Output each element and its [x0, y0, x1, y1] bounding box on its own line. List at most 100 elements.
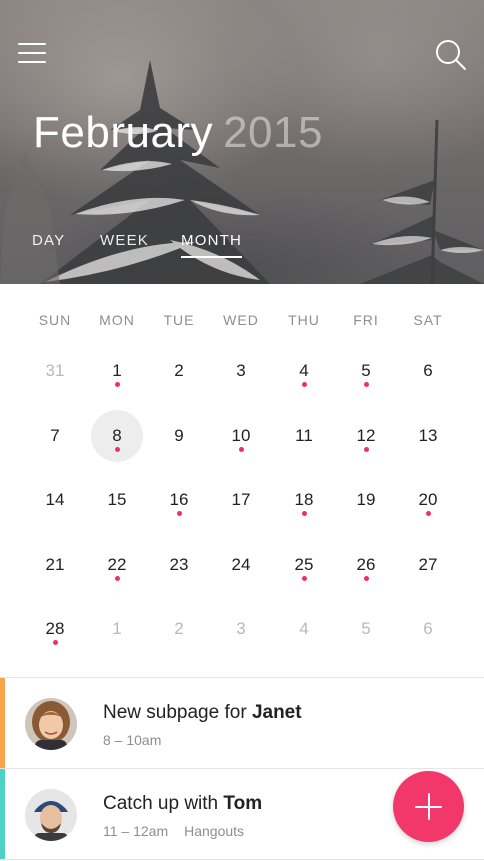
day-number: 25: [294, 555, 314, 574]
calendar-day[interactable]: 6: [402, 345, 454, 397]
calendar-day[interactable]: 3: [215, 603, 267, 655]
calendar-day[interactable]: 4: [278, 603, 330, 655]
calendar-day[interactable]: 5: [340, 345, 392, 397]
divider: [0, 859, 484, 860]
day-number: 16: [169, 490, 189, 509]
event-dot: [176, 511, 182, 516]
menu-icon-bar: [18, 52, 46, 54]
event-color-bar: [0, 678, 5, 768]
day-number: 28: [45, 619, 65, 638]
calendar-day[interactable]: 1: [91, 345, 143, 397]
header: February 2015 DAY WEEK MONTH: [0, 0, 484, 284]
calendar-day[interactable]: 13: [402, 410, 454, 462]
event-dot: [114, 382, 120, 387]
day-number: 2: [174, 361, 184, 380]
weekday-header: SUN: [38, 312, 72, 328]
event-item[interactable]: New subpage for Janet 8 – 10am: [0, 678, 484, 768]
event-dot: [52, 640, 58, 645]
event-time: 11 – 12am Hangouts: [103, 823, 244, 839]
calendar-day[interactable]: 3: [215, 345, 267, 397]
calendar-day[interactable]: 12: [340, 410, 392, 462]
calendar-day[interactable]: 5: [340, 603, 392, 655]
day-number: 12: [356, 426, 376, 445]
calendar-day[interactable]: 10: [215, 410, 267, 462]
day-number: 5: [361, 361, 371, 380]
event-person: Tom: [223, 793, 263, 814]
event-dot: [363, 576, 369, 581]
day-number: 4: [299, 619, 309, 638]
menu-icon[interactable]: [18, 41, 46, 65]
weekday-header: WED: [223, 312, 259, 328]
event-time-text: 8 – 10am: [103, 732, 162, 748]
day-number: 20: [418, 490, 438, 509]
weekday-header: MON: [99, 312, 135, 328]
day-number: 10: [231, 426, 251, 445]
day-number: 26: [356, 555, 376, 574]
calendar-day[interactable]: 25: [278, 539, 330, 591]
search-icon[interactable]: [434, 38, 468, 72]
calendar-day[interactable]: 7: [29, 410, 81, 462]
day-number: 31: [45, 361, 65, 380]
avatar-janet: [25, 698, 77, 750]
day-number: 23: [169, 555, 189, 574]
weekday-header: SAT: [413, 312, 443, 328]
calendar-day[interactable]: 23: [153, 539, 205, 591]
day-number: 9: [174, 426, 184, 445]
calendar-day[interactable]: 17: [215, 474, 267, 526]
event-title-text: Catch up with: [103, 793, 219, 814]
menu-icon-bar: [18, 61, 46, 63]
tab-day[interactable]: DAY: [32, 232, 65, 249]
search-icon-glyph: [436, 40, 466, 70]
calendar-day[interactable]: 9: [153, 410, 205, 462]
calendar-day[interactable]: 18: [278, 474, 330, 526]
event-title-text: New subpage for: [103, 702, 247, 723]
day-number: 2: [174, 619, 184, 638]
day-number: 5: [361, 619, 371, 638]
add-event-button[interactable]: [393, 771, 464, 842]
month-label: February: [33, 108, 214, 157]
day-number: 21: [45, 555, 65, 574]
calendar-day[interactable]: 22: [91, 539, 143, 591]
calendar-day[interactable]: 21: [29, 539, 81, 591]
day-number: 8: [112, 426, 122, 445]
calendar-day[interactable]: 20: [402, 474, 454, 526]
calendar-day[interactable]: 19: [340, 474, 392, 526]
calendar-day[interactable]: 27: [402, 539, 454, 591]
calendar-day[interactable]: 4: [278, 345, 330, 397]
calendar-day[interactable]: 2: [153, 345, 205, 397]
page-title: February 2015: [33, 108, 323, 158]
calendar-day[interactable]: 24: [215, 539, 267, 591]
event-dot: [301, 511, 307, 516]
calendar-day-selected[interactable]: 8: [91, 410, 143, 462]
day-number: 15: [107, 490, 127, 509]
event-dot: [363, 447, 369, 452]
tab-week[interactable]: WEEK: [100, 232, 149, 249]
avatar-tom: [25, 789, 77, 841]
day-number: 19: [356, 490, 376, 509]
calendar-day[interactable]: 6: [402, 603, 454, 655]
day-number: 4: [299, 361, 309, 380]
day-number: 14: [45, 490, 65, 509]
event-place: Hangouts: [184, 823, 245, 839]
calendar-day[interactable]: 11: [278, 410, 330, 462]
calendar-day[interactable]: 26: [340, 539, 392, 591]
tab-month[interactable]: MONTH: [181, 232, 242, 258]
day-number: 6: [423, 619, 433, 638]
event-time-text: 11 – 12am: [103, 823, 169, 839]
weekday-header: TUE: [163, 312, 195, 328]
weekday-header: FRI: [353, 312, 379, 328]
calendar-day[interactable]: 1: [91, 603, 143, 655]
calendar-day[interactable]: 14: [29, 474, 81, 526]
calendar-day[interactable]: 2: [153, 603, 205, 655]
calendar-day[interactable]: 28: [29, 603, 81, 655]
calendar-day[interactable]: 16: [153, 474, 205, 526]
event-dot: [114, 447, 120, 452]
event-title: Catch up with Tom: [103, 793, 262, 815]
event-person: Janet: [251, 702, 302, 723]
day-number: 3: [236, 619, 246, 638]
event-dot: [238, 447, 244, 452]
calendar-day[interactable]: 15: [91, 474, 143, 526]
calendar-day[interactable]: 31: [29, 345, 81, 397]
year-label: 2015: [223, 108, 323, 157]
day-number: 13: [418, 426, 438, 445]
